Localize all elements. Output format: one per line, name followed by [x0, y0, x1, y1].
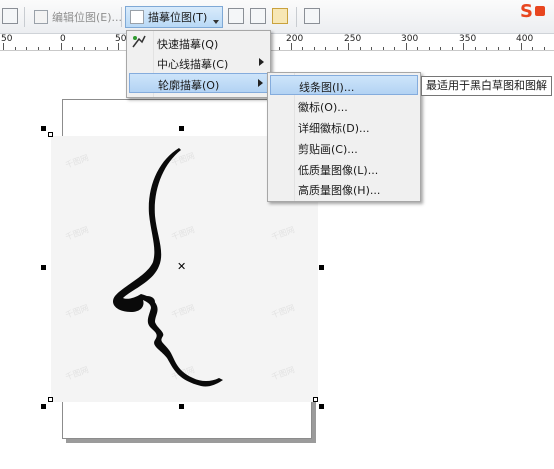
ruler-tick	[521, 43, 522, 50]
rotation-handle[interactable]	[313, 397, 318, 402]
menu-item-centerline-trace[interactable]: 中心线描摹(C)	[129, 53, 268, 73]
ruler-tick	[95, 47, 96, 50]
center-marker-icon[interactable]: ✕	[177, 261, 186, 272]
ruler-tick	[498, 47, 499, 50]
menu-item-label: 中心线描摹(C)	[157, 58, 229, 71]
ruler-tick	[61, 43, 62, 50]
submenu-arrow-icon	[259, 58, 264, 66]
menu-item-detailed-logo[interactable]: 详细徽标(D)...	[270, 117, 418, 137]
selection-handle[interactable]	[179, 126, 184, 131]
edit-bitmap-button[interactable]: 编辑位图(E)...	[30, 6, 126, 28]
menu-item-label: 高质量图像(H)...	[298, 184, 381, 197]
ruler-tick	[49, 47, 50, 50]
ruler-tick	[291, 43, 292, 50]
ruler-tick	[463, 43, 464, 50]
ruler-tick	[84, 47, 85, 50]
submenu-arrow-icon	[258, 79, 263, 87]
ruler-tick	[371, 47, 372, 50]
ruler-tick	[279, 47, 280, 50]
menu-tooltip: 最适用于黑白草图和图解	[421, 76, 552, 96]
selection-handle[interactable]	[179, 404, 184, 409]
ruler-tick	[417, 47, 418, 50]
ruler-tick	[15, 47, 16, 50]
menu-item-label: 快速描摹(Q)	[157, 38, 219, 51]
quick-trace-icon	[132, 35, 146, 48]
ruler-label: 200	[286, 34, 304, 44]
selection-handle[interactable]	[319, 404, 324, 409]
arrange-icon[interactable]	[304, 8, 320, 24]
ruler-tick	[383, 47, 384, 50]
toolbar-separator	[296, 7, 297, 27]
ruler-label: 250	[344, 34, 362, 44]
ruler-tick	[118, 43, 119, 50]
bitmap-color-mask-icon[interactable]	[272, 8, 288, 24]
ruler-label: 50	[115, 34, 127, 44]
ruler-tick	[544, 47, 545, 50]
resample-icon[interactable]	[250, 8, 266, 24]
ruler-tick	[429, 47, 430, 50]
toolbar: 编辑位图(E)... 描摹位图(T) S	[0, 0, 554, 34]
trace-bitmap-label: 描摹位图(T)	[148, 11, 208, 24]
menu-item-outline-trace[interactable]: 轮廓描摹(O)	[129, 73, 268, 93]
trace-bitmap-icon	[130, 10, 144, 24]
ruler-tick	[440, 47, 441, 50]
ruler-label: 350	[459, 34, 477, 44]
ruler-tick	[302, 47, 303, 50]
menu-item-high-quality-image[interactable]: 高质量图像(H)...	[270, 179, 418, 199]
selection-handle[interactable]	[41, 265, 46, 270]
toolbar-separator	[121, 7, 122, 27]
brand-logo-mark	[534, 6, 545, 16]
selection-handle[interactable]	[319, 265, 324, 270]
align-icon[interactable]	[2, 8, 18, 24]
ruler-tick	[452, 47, 453, 50]
trace-bitmap-menu: 快速描摹(Q) 中心线描摹(C) 轮廓描摹(O)	[126, 30, 271, 98]
menu-item-label: 剪贴画(C)...	[298, 143, 358, 156]
ruler-label: 300	[401, 34, 419, 44]
outline-trace-submenu: 线条图(I)... 徽标(O)... 详细徽标(D)... 剪贴画(C)... …	[267, 72, 421, 202]
menu-item-low-quality-image[interactable]: 低质量图像(L)...	[270, 159, 418, 179]
menu-item-label: 徽标(O)...	[298, 101, 348, 114]
ruler-tick	[26, 47, 27, 50]
chevron-down-icon	[213, 20, 219, 24]
ruler-tick	[337, 47, 338, 50]
ruler-tick	[509, 47, 510, 50]
menu-item-label: 低质量图像(L)...	[298, 164, 379, 177]
selection-handle[interactable]	[41, 126, 46, 131]
ruler-tick	[406, 43, 407, 50]
selection-handle[interactable]	[41, 404, 46, 409]
menu-item-label: 轮廓描摹(O)	[158, 79, 220, 92]
ruler-tick	[314, 47, 315, 50]
brand-logo: S	[520, 0, 554, 22]
menu-item-label: 线条图(I)...	[299, 81, 355, 94]
menu-item-line-art[interactable]: 线条图(I)...	[270, 75, 418, 95]
ruler-tick	[325, 47, 326, 50]
ruler-tick	[107, 47, 108, 50]
ruler-tick	[532, 47, 533, 50]
trace-bitmap-button[interactable]: 描摹位图(T)	[125, 6, 223, 28]
menu-item-logo[interactable]: 徽标(O)...	[270, 96, 418, 116]
ruler-tick	[3, 43, 4, 50]
menu-item-label: 详细徽标(D)...	[298, 122, 370, 135]
crop-bitmap-icon[interactable]	[228, 8, 244, 24]
ruler-tick	[38, 47, 39, 50]
toolbar-separator	[24, 7, 25, 27]
menu-item-quick-trace[interactable]: 快速描摹(Q)	[129, 33, 268, 53]
ruler-tick	[72, 47, 73, 50]
ruler-label: 400	[516, 34, 534, 44]
edit-bitmap-label: 编辑位图(E)...	[52, 11, 123, 24]
ruler-tick	[394, 47, 395, 50]
menu-item-clipart[interactable]: 剪贴画(C)...	[270, 138, 418, 158]
ruler-tick	[360, 47, 361, 50]
rotation-handle[interactable]	[48, 397, 53, 402]
ruler-tick	[348, 43, 349, 50]
horizontal-ruler[interactable]: 50 0 50 200 250 300 350 400	[0, 34, 554, 51]
ruler-tick	[486, 47, 487, 50]
ruler-tick	[475, 47, 476, 50]
edit-bitmap-icon	[34, 10, 48, 24]
brand-logo-letter: S	[520, 0, 533, 22]
rotation-handle[interactable]	[48, 132, 53, 137]
